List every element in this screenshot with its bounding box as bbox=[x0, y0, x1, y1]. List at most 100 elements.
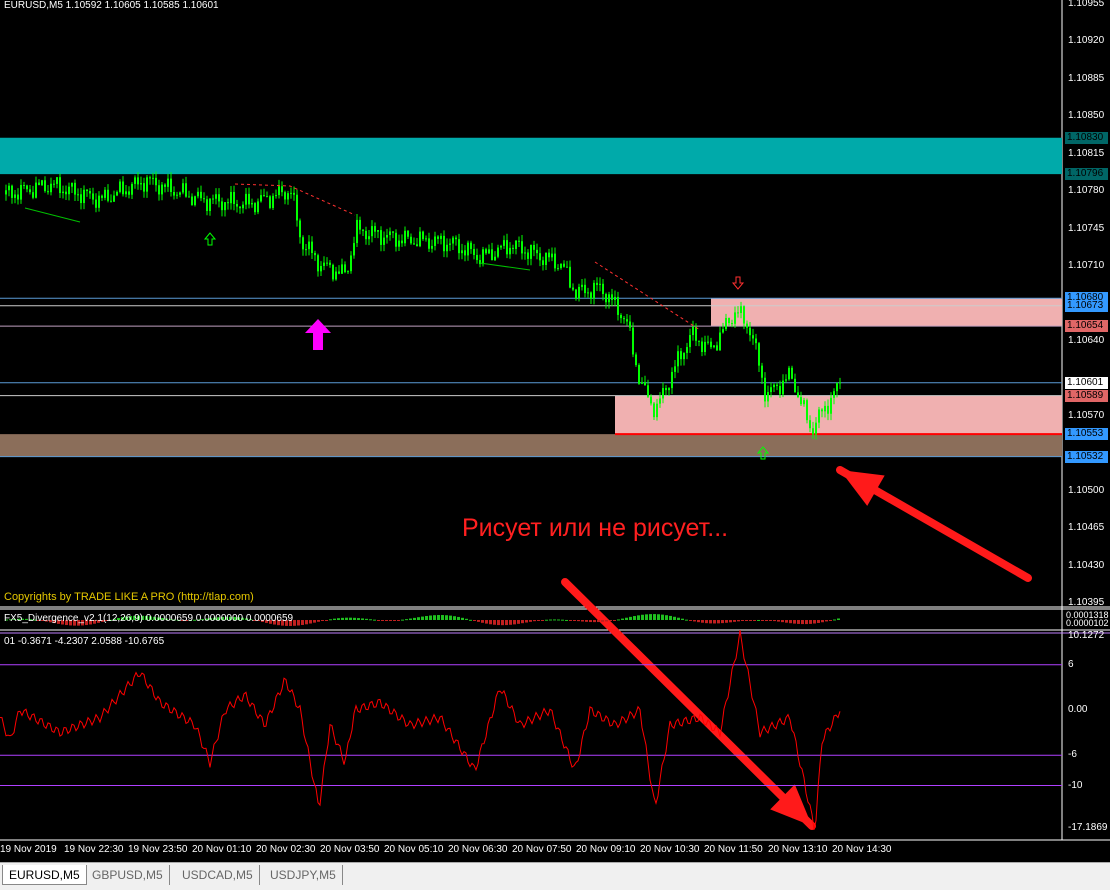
price-tick: 1.10640 bbox=[1068, 335, 1105, 347]
macd-bar bbox=[689, 620, 692, 621]
price-label: 1.10654 bbox=[1065, 320, 1108, 333]
chart-window[interactable]: EURUSD,M5 1.10592 1.10605 1.10585 1.1060… bbox=[0, 0, 1110, 862]
candle-body bbox=[224, 202, 226, 211]
macd-bar bbox=[781, 620, 784, 623]
candle-body bbox=[620, 314, 622, 319]
macd-bar bbox=[293, 620, 296, 626]
candle-body bbox=[338, 271, 340, 274]
candle-body bbox=[209, 198, 211, 211]
macd-bar bbox=[829, 620, 832, 621]
macd-bar bbox=[353, 617, 356, 620]
candle-body bbox=[26, 185, 28, 190]
candle-body bbox=[260, 195, 262, 202]
candle-body bbox=[77, 194, 79, 196]
candle-body bbox=[749, 327, 751, 336]
candle-body bbox=[152, 177, 154, 179]
candle-body bbox=[554, 253, 556, 269]
candle-body bbox=[545, 252, 547, 265]
macd-bar bbox=[737, 620, 740, 622]
tab-usdjpy[interactable]: USDJPY,M5 bbox=[264, 865, 343, 885]
candle-body bbox=[461, 250, 463, 254]
macd-bar bbox=[481, 620, 484, 623]
time-tick: 20 Nov 01:10 bbox=[192, 844, 252, 855]
candle-body bbox=[53, 183, 55, 185]
candle-body bbox=[101, 195, 103, 198]
price-chart[interactable] bbox=[0, 0, 1110, 862]
candle-body bbox=[383, 237, 385, 245]
candle-body bbox=[590, 292, 592, 299]
candle-body bbox=[809, 420, 811, 429]
macd-bar bbox=[669, 615, 672, 620]
macd-bar bbox=[761, 620, 764, 621]
candle-body bbox=[746, 323, 748, 328]
candle-body bbox=[563, 263, 565, 267]
candle-body bbox=[659, 398, 661, 404]
price-tick: 1.10920 bbox=[1068, 35, 1105, 47]
candle-body bbox=[608, 294, 610, 303]
candle-body bbox=[587, 292, 589, 294]
macd-bar bbox=[729, 620, 732, 623]
candle-body bbox=[194, 196, 196, 206]
candle-body bbox=[50, 183, 52, 193]
macd-bar bbox=[685, 619, 688, 621]
candle-body bbox=[158, 185, 160, 195]
price-tick: 1.10395 bbox=[1068, 597, 1105, 609]
macd-bar bbox=[325, 620, 328, 621]
macd-bar bbox=[745, 620, 748, 621]
price-tick: 1.10745 bbox=[1068, 222, 1105, 234]
candle-body bbox=[506, 240, 508, 255]
candle-body bbox=[311, 241, 313, 254]
tab-gbpusd[interactable]: GBPUSD,M5 bbox=[86, 865, 170, 885]
candle-body bbox=[650, 396, 652, 404]
candle-body bbox=[491, 249, 493, 261]
candle-body bbox=[626, 319, 628, 322]
candle-body bbox=[35, 182, 37, 198]
candle-body bbox=[404, 230, 406, 244]
candle-body bbox=[296, 194, 298, 221]
candle-body bbox=[668, 388, 670, 391]
candle-body bbox=[125, 191, 127, 195]
macd-bar bbox=[645, 614, 648, 620]
macd-bar bbox=[485, 620, 488, 624]
candle-body bbox=[821, 409, 823, 412]
candle-body bbox=[254, 203, 256, 213]
candle-body bbox=[284, 192, 286, 200]
candle-body bbox=[92, 193, 94, 200]
candle-body bbox=[773, 384, 775, 388]
candle-body bbox=[17, 194, 19, 200]
candle-body bbox=[647, 385, 649, 397]
price-label: 1.10532 bbox=[1065, 450, 1108, 463]
candle-body bbox=[335, 271, 337, 280]
macd-bar bbox=[701, 620, 704, 623]
candle-body bbox=[110, 200, 112, 202]
candle-body bbox=[20, 185, 22, 200]
candle-body bbox=[605, 294, 607, 303]
macd-bar bbox=[417, 617, 420, 620]
macd-bar bbox=[497, 620, 500, 626]
candle-body bbox=[611, 294, 613, 301]
candle-body bbox=[824, 405, 826, 412]
candle-body bbox=[410, 236, 412, 244]
candle-body bbox=[350, 255, 352, 272]
candle-body bbox=[95, 199, 97, 208]
tab-usdcad[interactable]: USDCAD,M5 bbox=[176, 865, 260, 885]
tab-eurusd[interactable]: EURUSD,M5 bbox=[2, 865, 87, 885]
candle-body bbox=[476, 254, 478, 261]
candle-body bbox=[455, 237, 457, 240]
macd-bar bbox=[401, 619, 404, 621]
candle-body bbox=[191, 196, 193, 206]
macd-bar bbox=[373, 619, 376, 621]
macd-label: FX5_Divergence_v2.1(12,26,9) 0.0000659 0… bbox=[4, 613, 294, 624]
candle-body bbox=[734, 312, 736, 324]
macd-bar bbox=[493, 620, 496, 625]
candle-body bbox=[464, 250, 466, 256]
macd-bar bbox=[753, 620, 756, 621]
price-label: 1.10673 bbox=[1065, 299, 1108, 312]
candle-body bbox=[473, 248, 475, 255]
candle-body bbox=[470, 242, 472, 249]
candle-body bbox=[332, 264, 334, 280]
time-tick: 20 Nov 02:30 bbox=[256, 844, 316, 855]
candle-body bbox=[272, 195, 274, 208]
macd-bar bbox=[769, 620, 772, 621]
candle-body bbox=[233, 191, 235, 205]
